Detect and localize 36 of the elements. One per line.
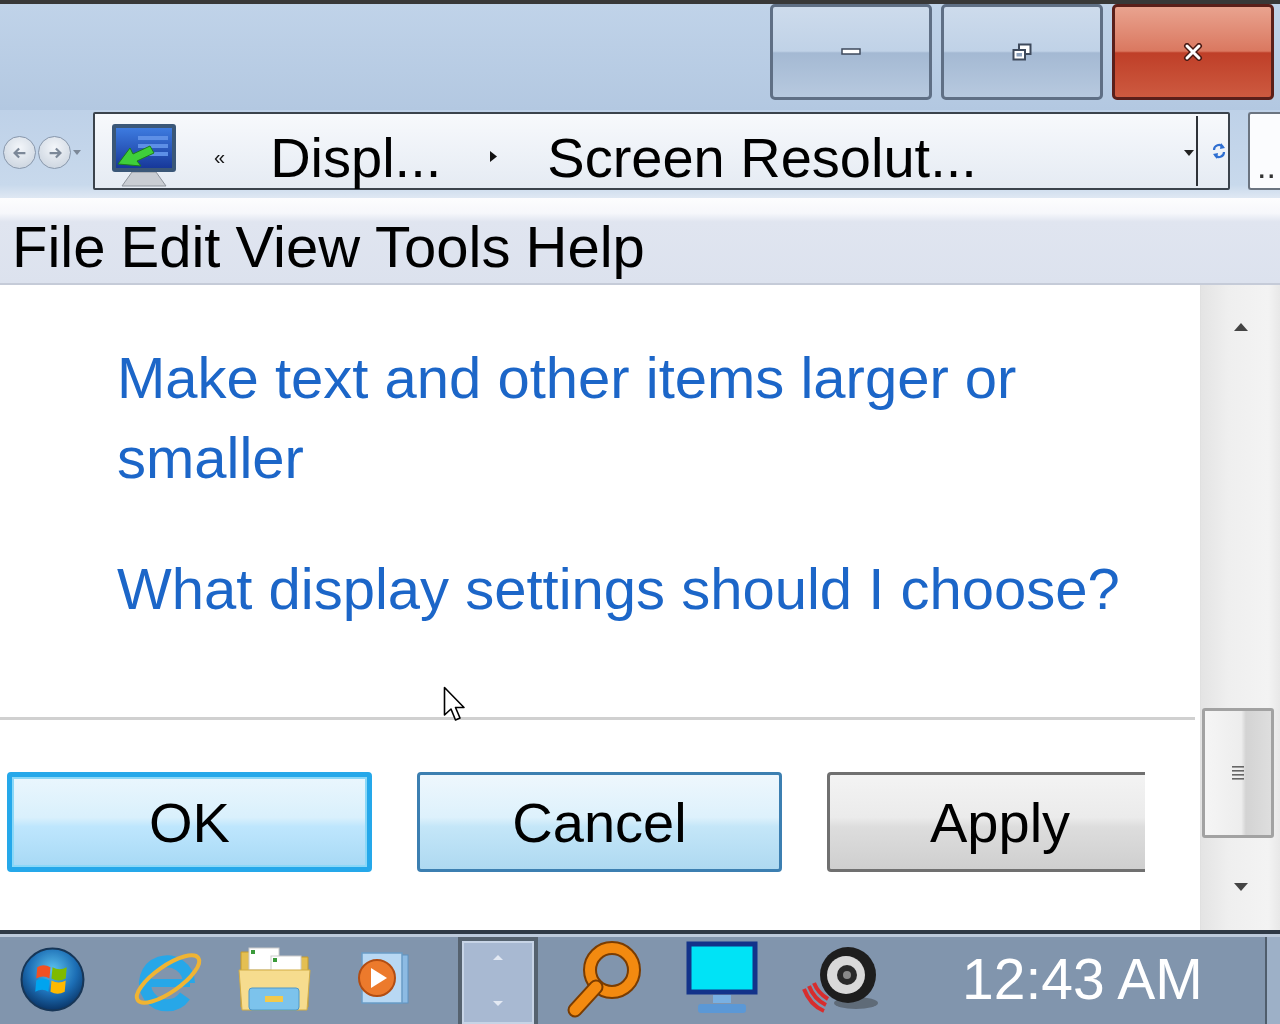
back-button[interactable]	[3, 136, 36, 169]
menu-item[interactable]: Help	[525, 216, 645, 278]
close-button[interactable]	[1112, 4, 1274, 100]
scrollbar-thumb[interactable]	[1202, 708, 1274, 838]
caret-icon[interactable]	[1184, 150, 1194, 156]
start-orb-icon[interactable]	[20, 946, 85, 1012]
search-icon[interactable]	[566, 940, 641, 1018]
forward-button[interactable]	[38, 136, 71, 169]
menu-item[interactable]: View	[235, 216, 361, 278]
overflow-button[interactable]: «	[214, 147, 226, 167]
restore-icon	[1012, 43, 1032, 61]
minimize-icon	[841, 48, 861, 56]
grip-icon	[1232, 766, 1244, 780]
arrow-up-icon[interactable]	[1233, 323, 1248, 331]
menu-item[interactable]: File	[12, 216, 106, 278]
show-desktop-button[interactable]	[1265, 937, 1280, 1024]
triangle-right-icon[interactable]	[490, 150, 498, 162]
help-link[interactable]: Make text and other items larger or smaller	[117, 338, 1157, 498]
dialog-button[interactable]: OK	[7, 772, 372, 872]
minimize-button[interactable]	[770, 4, 932, 100]
breadcrumb[interactable]: Displ...	[270, 128, 442, 188]
search-field[interactable]: ..	[1248, 112, 1280, 190]
restore-button[interactable]	[941, 4, 1103, 100]
close-icon	[1183, 43, 1203, 61]
menu-item[interactable]: Tools	[375, 216, 511, 278]
breadcrumb[interactable]: Screen Resolut...	[547, 128, 977, 188]
refresh-icon[interactable]	[1212, 142, 1226, 160]
cursor-icon	[443, 686, 468, 723]
dialog-button[interactable]: Apply	[827, 772, 1145, 872]
folder-icon[interactable]	[237, 946, 312, 1012]
arrow-down-icon[interactable]	[1233, 883, 1248, 891]
help-link[interactable]: What display settings should I choose?	[117, 549, 1120, 629]
dialog-button[interactable]: Cancel	[417, 772, 782, 872]
menu-item[interactable]: Edit	[120, 216, 221, 278]
clock: 12:43 AM	[962, 946, 1203, 1012]
address-bar[interactable]: « Displ... Screen Resolut...	[93, 112, 1230, 190]
